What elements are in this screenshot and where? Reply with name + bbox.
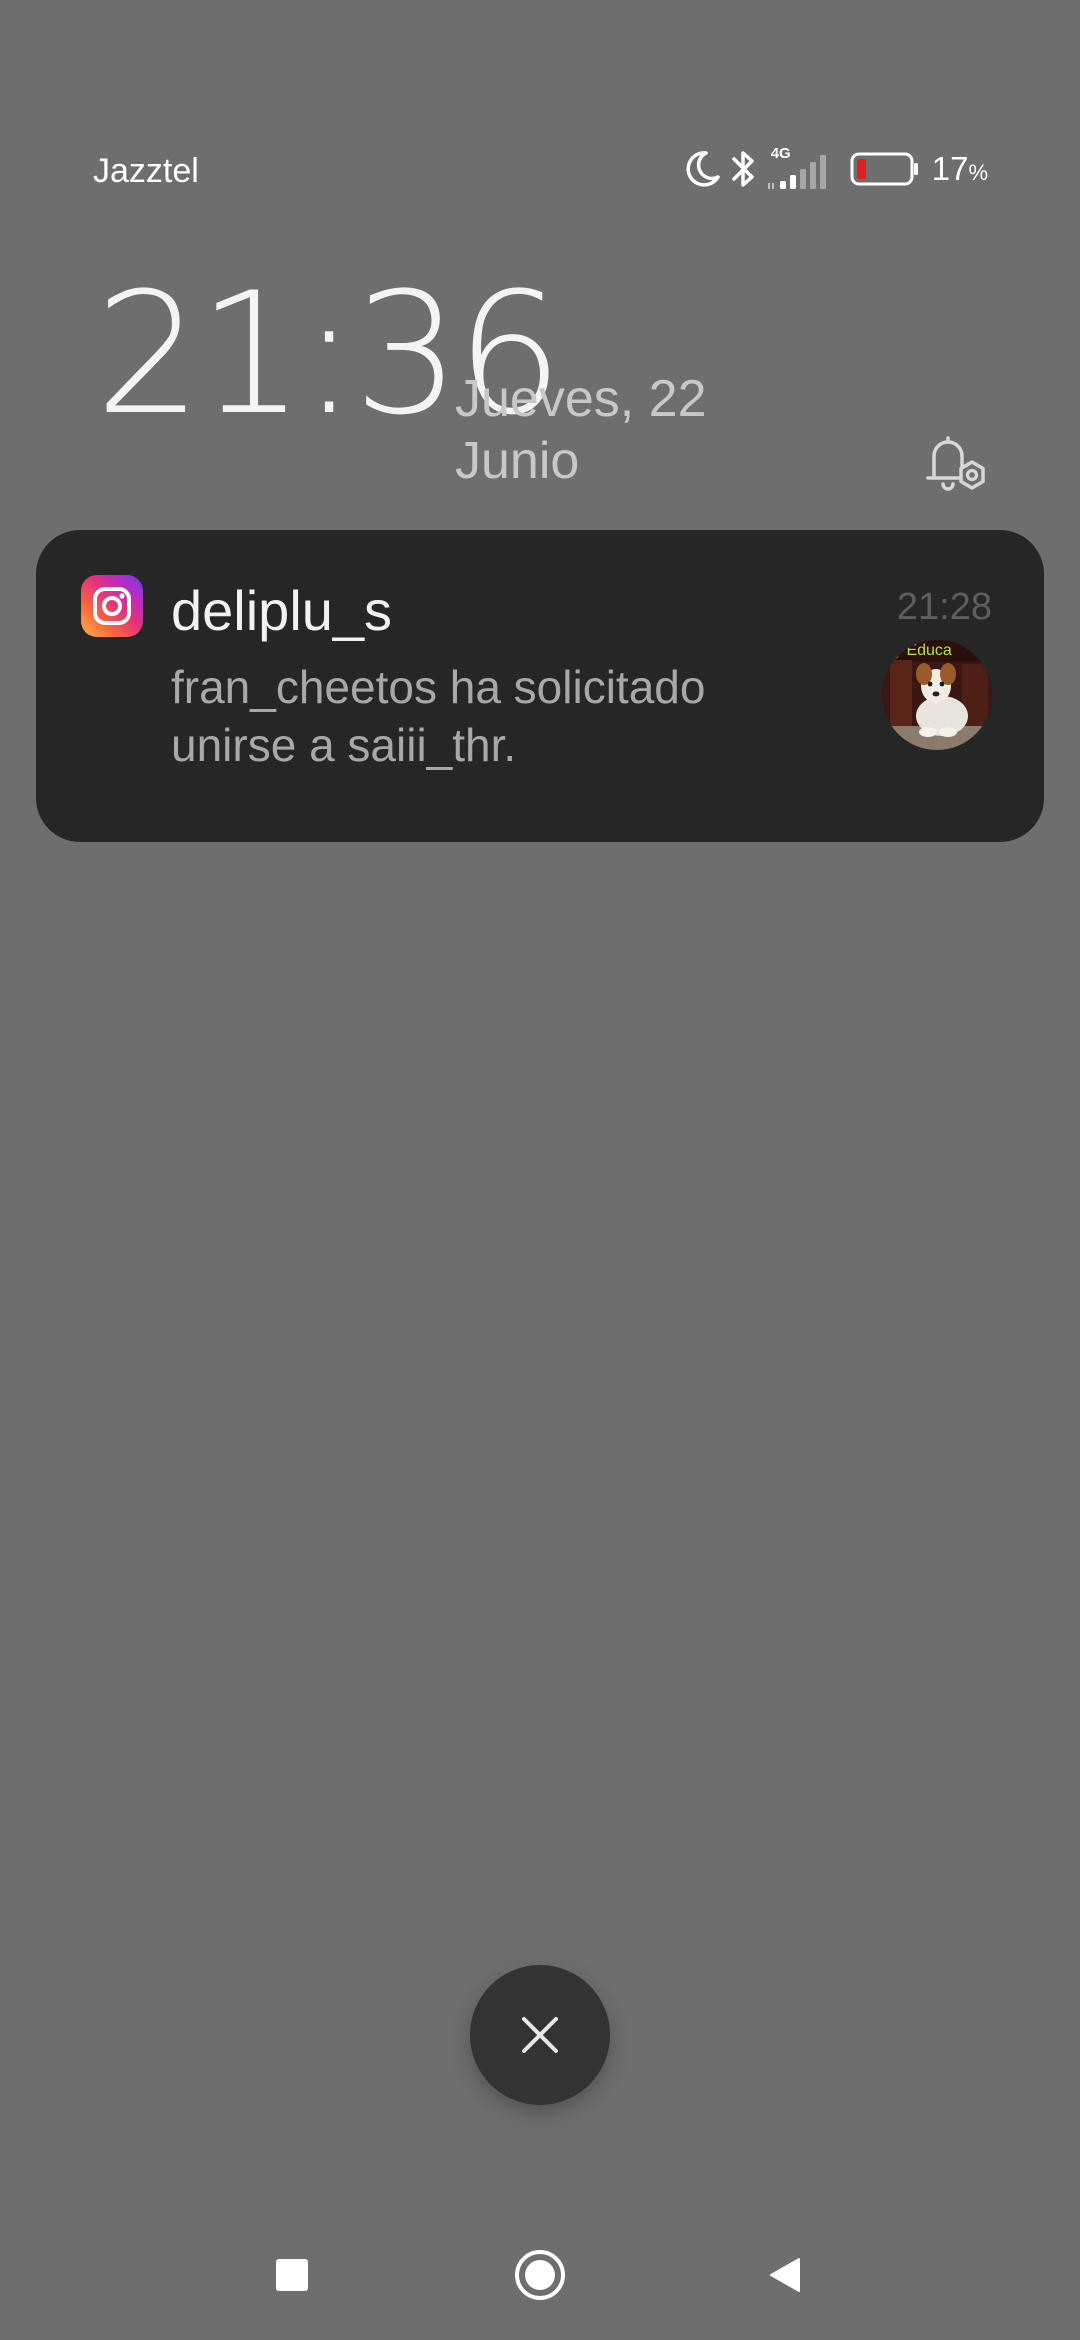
- avatar-caption: y Educa: [894, 642, 952, 659]
- lockscreen-date: Jueves, 22 Junio: [455, 368, 707, 492]
- status-bar: Jazztel 4G 17%: [0, 140, 1080, 200]
- avatar: y Educa: [882, 640, 992, 750]
- circle-icon: [515, 2250, 565, 2300]
- recents-button[interactable]: [257, 2240, 327, 2310]
- status-icons: 4G 17%: [684, 144, 988, 194]
- home-button[interactable]: [505, 2240, 575, 2310]
- carrier-name: Jazztel: [93, 152, 199, 190]
- notification-time: 21:28: [896, 586, 992, 628]
- moon-icon: [684, 149, 722, 189]
- close-icon: [522, 2017, 558, 2053]
- back-button[interactable]: [750, 2240, 820, 2310]
- bluetooth-icon: [730, 148, 758, 190]
- battery-icon: [850, 152, 920, 186]
- bell-settings-icon: [926, 436, 985, 491]
- notification-body: fran_cheetos ha solicitado unirse a saii…: [171, 661, 706, 771]
- battery-percentage: 17%: [931, 150, 988, 187]
- notification-title: deliplu_s: [171, 579, 393, 642]
- instagram-icon: [81, 575, 143, 637]
- date-line-1: Jueves, 22: [455, 370, 707, 428]
- notification-settings-button[interactable]: [918, 428, 990, 496]
- back-triangle-icon: [770, 2258, 800, 2292]
- dismiss-notifications-button[interactable]: [470, 1965, 610, 2105]
- square-icon: [276, 2259, 308, 2291]
- date-line-2: Junio: [455, 432, 580, 490]
- notification-card[interactable]: deliplu_s 21:28 fran_cheetos ha solicita…: [36, 530, 1044, 842]
- signal-icon: 4G: [766, 145, 832, 191]
